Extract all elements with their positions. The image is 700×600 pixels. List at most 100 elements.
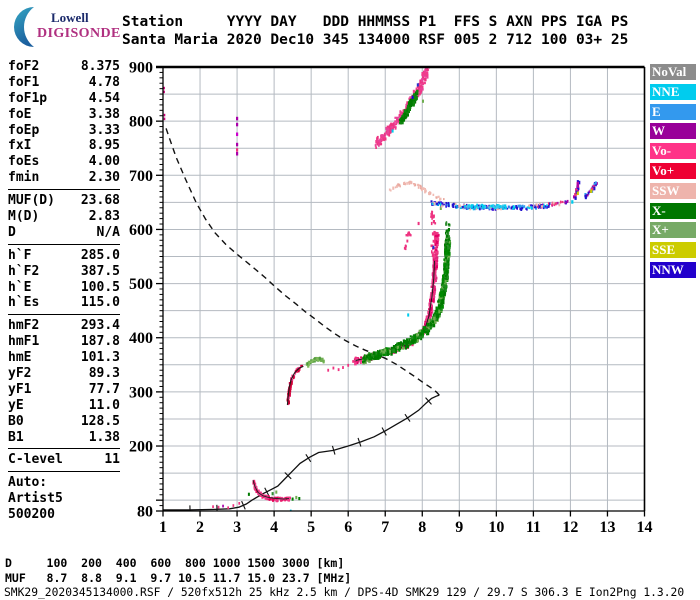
multiple-band-salmon-arc-dot: [432, 193, 435, 196]
bottomside-profile: [163, 394, 440, 511]
file-info-footer: SMK29_2020345134000.RSF / 520fx512h 25 k…: [4, 586, 685, 599]
f-trace-x-mode-dot: [370, 356, 374, 359]
f-trace-x-mode-dot: [442, 283, 445, 287]
legend-chip-nne: NNE: [650, 83, 696, 100]
bottom-pink-dots-dot: [217, 505, 220, 509]
second-hop-pink-dot: [421, 72, 424, 76]
multiple-band-main-dot: [528, 207, 531, 210]
f-trace-x-mode-dot: [446, 275, 449, 280]
spread-above-o-dot: [431, 232, 434, 236]
multiple-band-cyan-dot: [476, 203, 478, 207]
multiple-band-main-dot: [526, 206, 529, 209]
f-trace-x-mode-dot: [447, 260, 449, 264]
spread-above-o-dot: [430, 212, 432, 215]
multiple-band-main-dot: [544, 205, 547, 208]
es-green-dots-dot: [247, 492, 250, 496]
multiple-band-salmon-arc-dot: [389, 189, 392, 192]
axis-specks-dot: [163, 117, 166, 121]
legend-chip-vo: Vo+: [650, 162, 696, 179]
f-trace-x-mode-dot: [440, 290, 444, 295]
multiple-band-salmon-arc-dot: [428, 191, 430, 195]
y-axis-label: 80: [137, 504, 153, 521]
multiple-band-main-dot: [455, 206, 457, 209]
y-axis-label: 900: [129, 60, 153, 77]
second-hop-pink-dot: [391, 125, 394, 129]
multiple-band-main-dot: [443, 203, 445, 206]
spread-above-o-dot: [435, 231, 438, 235]
f-trace-x-mode-dot: [368, 353, 371, 357]
x-axis-label: 8: [418, 519, 426, 536]
y-axis-label: 700: [129, 168, 153, 185]
es-green-dots-dot: [298, 497, 301, 501]
multiple-band-pink-dot: [549, 202, 551, 205]
multiple-band-right-hook-dot: [593, 183, 596, 186]
second-hop-pink-dot: [389, 130, 392, 134]
d-distance-row: D 100 200 400 600 800 1000 1500 3000 [km…: [5, 556, 345, 570]
multiple-band-pink-dot: [535, 203, 538, 207]
f-trace-x-mode-dot: [444, 286, 447, 289]
f-trace-x-mode-dot: [396, 345, 400, 349]
echo-color-legend: NoVal NNE E W Vo- Vo+ SSW X- X+ SSE NNW: [650, 64, 696, 282]
multiple-band-right-dot-dot: [590, 189, 593, 193]
es-green-dots-dot: [295, 495, 298, 500]
multiple-band-cyan-dot: [467, 205, 469, 209]
multiple-band-spike-dots-dot: [574, 196, 577, 200]
bottomside-profile-tick: [404, 413, 411, 422]
multiple-band-main-dot: [446, 203, 449, 207]
multiple-band-salmon-arc-dot: [413, 183, 415, 185]
f-trace-x-mode-dot: [379, 354, 383, 358]
f1-cusp-line: [286, 365, 304, 405]
second-hop-pink-dot: [396, 120, 398, 124]
second-hop-stray-dot: [391, 129, 394, 133]
bottom-pink-dots-dot: [222, 504, 224, 508]
f-trace-x-mode-dot: [393, 345, 396, 350]
f-trace-x-mode-dot: [444, 279, 447, 284]
f-trace-x-mode-dot: [426, 332, 430, 336]
f-trace-x-mode-dot: [444, 271, 447, 274]
f-trace-x-mode-dot: [447, 251, 450, 254]
multiple-band-salmon-arc-dot: [406, 181, 408, 185]
f-trace-x-mode-dot: [363, 354, 366, 357]
bottomside-profile-tick: [305, 453, 312, 463]
multiple-band-main-dot: [487, 207, 489, 209]
legend-chip-nnw: NNW: [650, 261, 696, 278]
y-axis-label: 200: [129, 439, 153, 456]
x-axis-label: 7: [381, 519, 389, 536]
x-axis-label: 14: [637, 519, 653, 536]
multiple-band-cyan-dot: [479, 204, 482, 208]
multiple-band-salmon-arc-dot: [394, 186, 397, 189]
multiple-band-main-dot: [436, 202, 438, 205]
multiple-band-main-dot: [439, 202, 442, 206]
x-axis-label: 4: [270, 519, 278, 536]
second-hop-pink-dot: [424, 77, 427, 80]
multiple-band-salmon-arc-dot: [439, 197, 442, 201]
second-hop-pink-dot: [386, 131, 390, 135]
spread-above-x-dot: [445, 230, 448, 233]
f-trace-x-mode-dot: [441, 305, 444, 309]
second-hop-pink-dot: [378, 143, 380, 147]
spread-left-dots-dot: [407, 234, 409, 237]
second-hop-green-dot: [409, 99, 413, 104]
spread-above-o-dot: [433, 250, 436, 254]
f-trace-x-mode-dot: [432, 323, 436, 328]
multiple-band-main-dot: [447, 204, 450, 207]
second-hop-green-dot: [416, 89, 419, 94]
multiple-band-main-dot: [512, 205, 515, 208]
multiple-band-salmon-arc-dot: [397, 183, 400, 186]
f-trace-x-mode-dot: [367, 357, 371, 360]
f-trace-x-mode-dot: [416, 333, 419, 337]
multiple-band-salmon-arc-dot: [403, 181, 406, 184]
multiple-band-salmon-arc-dot: [408, 181, 411, 184]
second-hop-green-dot: [403, 109, 407, 113]
f-trace-x-mode-dot: [380, 349, 383, 353]
f-trace-x-mode-dot: [433, 316, 436, 320]
multiple-band-main-dot: [430, 200, 433, 203]
f-trace-x-mode-dot: [411, 339, 414, 343]
f-trace-x-mode-dot: [407, 340, 410, 344]
multiple-band-cyan-dot: [496, 205, 499, 209]
f1-pink-dots-dot: [347, 363, 350, 367]
f-trace-x-mode-dot: [377, 354, 380, 357]
spread-above-o-dot: [431, 211, 434, 213]
legend-chip-x: X+: [650, 222, 696, 239]
es-green-dots-dot: [271, 492, 274, 496]
